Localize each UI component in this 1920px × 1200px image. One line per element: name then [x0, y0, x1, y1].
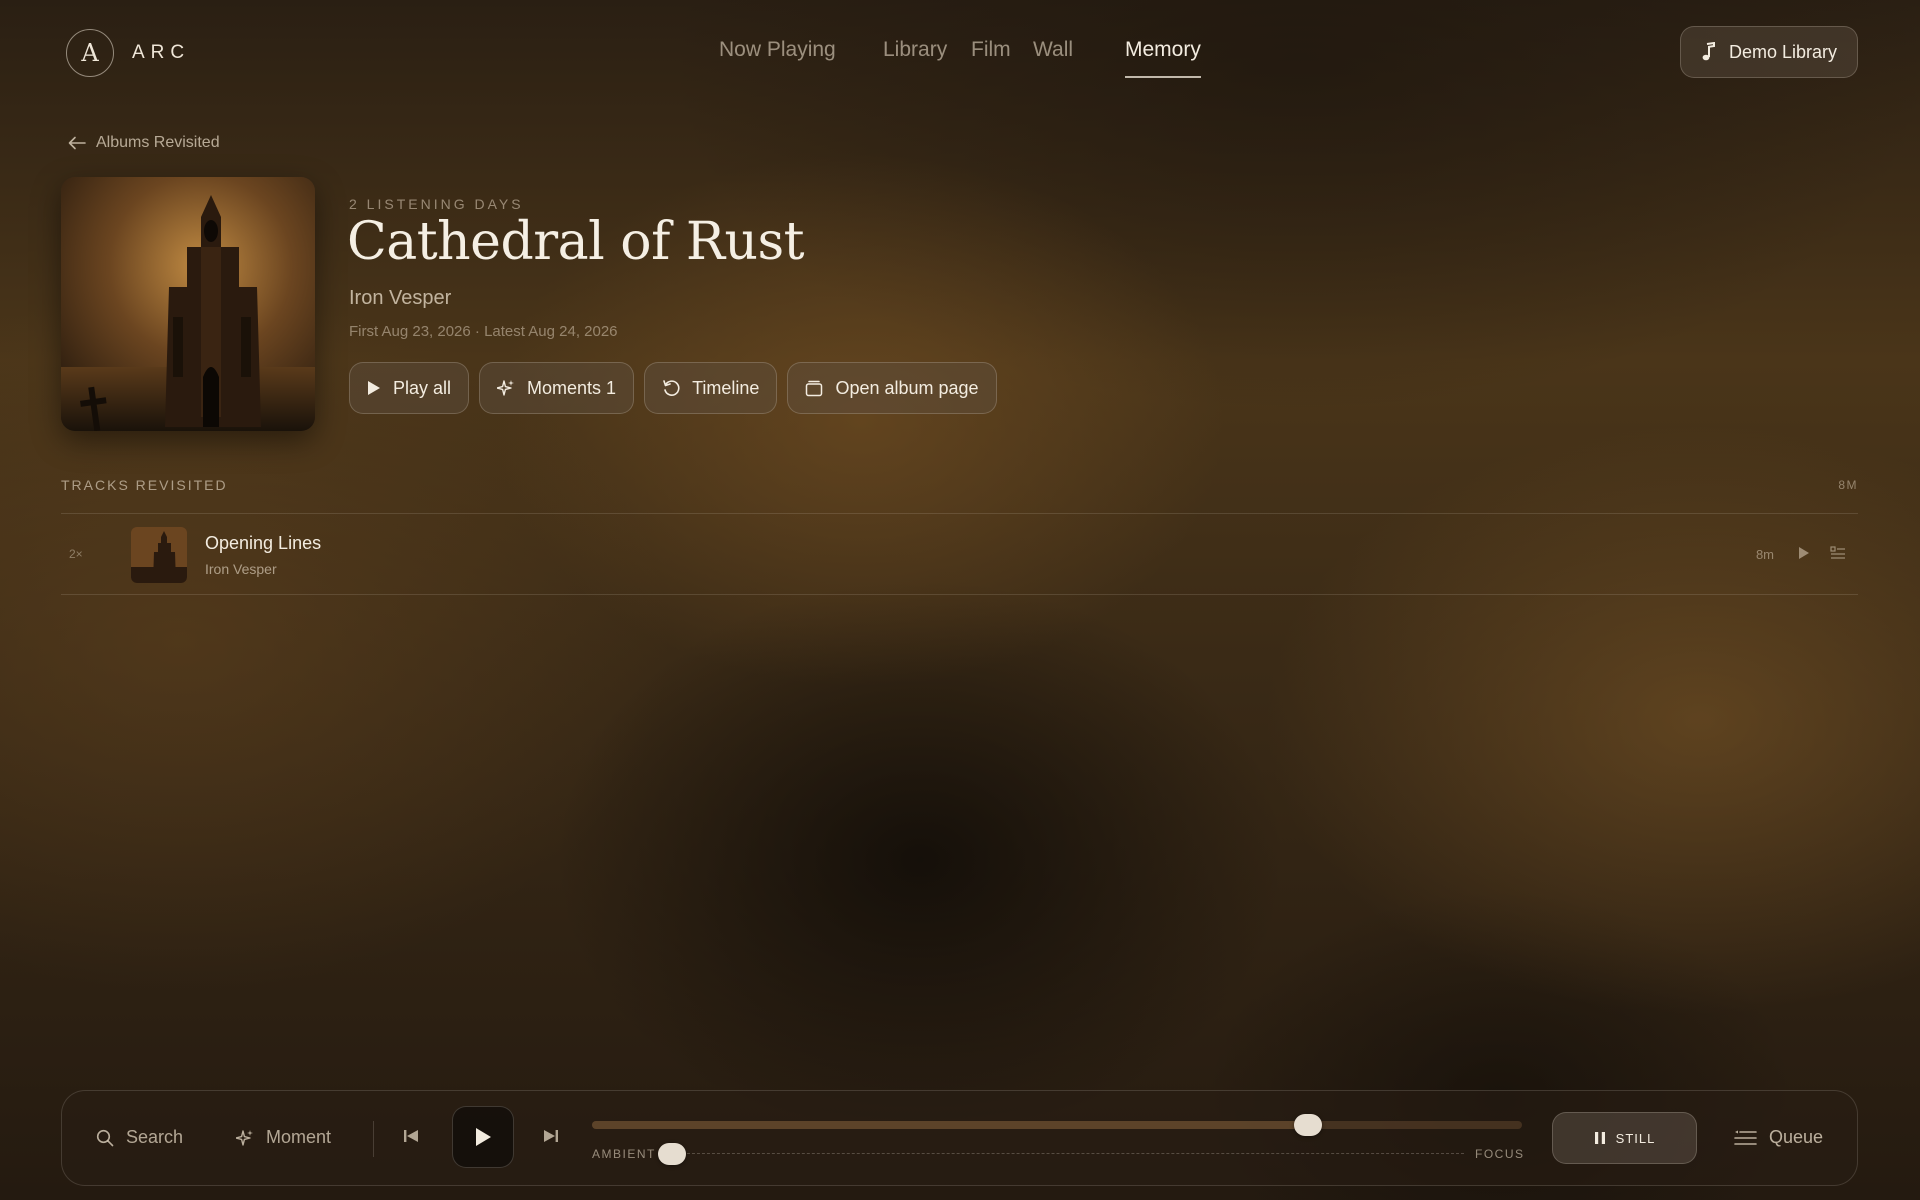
- search-icon: [96, 1129, 114, 1146]
- skip-next-icon: [544, 1130, 558, 1142]
- queue-icon: [1734, 1130, 1757, 1145]
- progress-fill: [592, 1121, 1309, 1129]
- nav-wall[interactable]: Wall: [1033, 38, 1073, 76]
- timeline-button[interactable]: Timeline: [644, 362, 778, 414]
- track-play-button[interactable]: [1798, 546, 1810, 565]
- skip-previous-icon: [404, 1130, 418, 1142]
- play-icon: [1799, 547, 1809, 559]
- demo-library-button[interactable]: Demo Library: [1679, 26, 1858, 78]
- search-button[interactable]: Search: [96, 1127, 183, 1148]
- album-icon: [806, 380, 823, 397]
- track-add-to-queue-button[interactable]: [1830, 546, 1846, 565]
- moment-button[interactable]: Moment: [236, 1127, 331, 1148]
- mode-slider[interactable]: [658, 1143, 1464, 1165]
- search-label: Search: [126, 1127, 184, 1147]
- section-divider: [61, 513, 1858, 514]
- mode-slider-handle[interactable]: [658, 1143, 686, 1165]
- album-actions: Play all Moments 1 Timeline Open album p…: [349, 362, 997, 414]
- moment-label: Moment: [266, 1127, 332, 1147]
- play-all-button[interactable]: Play all: [349, 362, 470, 414]
- moments-button[interactable]: Moments 1: [479, 362, 635, 414]
- album-title: Cathedral of Rust: [347, 212, 805, 272]
- back-link[interactable]: Albums Revisited: [68, 134, 220, 152]
- play-all-label: Play all: [393, 377, 452, 398]
- arrow-left-icon: [68, 136, 86, 150]
- main-nav: Now Playing Library Film Wall Memory: [0, 38, 1920, 84]
- album-artist[interactable]: Iron Vesper: [349, 287, 451, 310]
- play-icon: [368, 381, 380, 395]
- history-icon: [663, 380, 680, 396]
- music-note-icon: [1702, 42, 1715, 61]
- nav-now-playing[interactable]: Now Playing: [719, 38, 836, 76]
- next-button[interactable]: [542, 1127, 560, 1150]
- album-cover-art: [61, 177, 315, 431]
- listening-days-label: 2 LISTENING DAYS: [349, 196, 524, 212]
- track-artist: Iron Vesper: [205, 561, 277, 577]
- tracks-section-title: TRACKS REVISITED: [61, 477, 228, 493]
- player-bar: Search Moment AMBIENT FOCUS STILL Queue: [61, 1090, 1858, 1186]
- listening-dates: First Aug 23, 2026 · Latest Aug 24, 2026: [349, 323, 618, 340]
- track-row[interactable]: 2× Opening Lines Iron Vesper 8m: [61, 515, 1858, 595]
- sparkle-icon: [497, 380, 515, 396]
- sparkle-icon: [236, 1129, 253, 1146]
- player-divider: [373, 1121, 374, 1157]
- queue-label: Queue: [1768, 1127, 1823, 1147]
- mode-right-label: FOCUS: [1475, 1147, 1525, 1161]
- track-play-count: 2×: [69, 547, 83, 561]
- open-album-page-label: Open album page: [835, 377, 979, 398]
- add-to-queue-icon: [1830, 546, 1845, 559]
- track-thumbnail: [131, 527, 187, 583]
- nav-film[interactable]: Film: [971, 38, 1011, 76]
- play-button[interactable]: [452, 1106, 514, 1168]
- back-link-label: Albums Revisited: [96, 134, 220, 151]
- previous-button[interactable]: [402, 1127, 420, 1150]
- still-button[interactable]: STILL: [1552, 1112, 1697, 1164]
- moments-label: Moments 1: [527, 377, 617, 398]
- queue-button[interactable]: Queue: [1733, 1127, 1823, 1148]
- progress-bar[interactable]: [592, 1114, 1522, 1136]
- open-album-page-button[interactable]: Open album page: [787, 362, 997, 414]
- track-duration: 8m: [1755, 547, 1774, 562]
- pause-icon: [1594, 1132, 1605, 1144]
- nav-memory[interactable]: Memory: [1125, 38, 1201, 78]
- tracks-total-duration: 8M: [1838, 478, 1858, 492]
- album-cover[interactable]: [61, 177, 315, 431]
- track-divider: [61, 594, 1858, 595]
- progress-handle[interactable]: [1294, 1114, 1323, 1136]
- play-icon: [476, 1128, 491, 1146]
- track-title: Opening Lines: [205, 533, 322, 553]
- nav-library[interactable]: Library: [883, 38, 947, 76]
- mode-left-label: AMBIENT: [592, 1147, 656, 1161]
- timeline-label: Timeline: [692, 377, 760, 398]
- demo-library-label: Demo Library: [1728, 41, 1837, 62]
- still-label: STILL: [1615, 1130, 1656, 1146]
